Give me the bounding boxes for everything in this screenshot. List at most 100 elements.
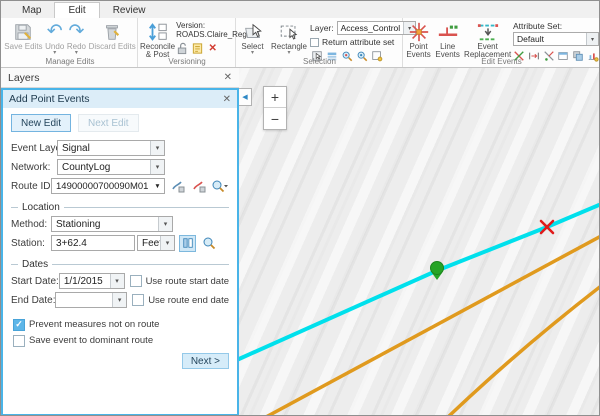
map-view[interactable]: ◀ + − (239, 68, 599, 416)
add-point-events-header: Add Point Events ✕ (3, 90, 237, 108)
event-layer-select[interactable]: Signal ▾ (57, 140, 165, 156)
pane-title: Add Point Events (9, 93, 223, 105)
delete-version-icon[interactable]: ✕ (206, 42, 219, 55)
group-label-selection: Selection (237, 57, 402, 67)
redo-button[interactable]: ↷ Redo ▾ (66, 20, 87, 56)
choose-route-icon[interactable] (169, 178, 186, 195)
attribute-set-select[interactable]: Default ▾ (513, 32, 599, 46)
dates-section-separator: Dates (11, 258, 229, 270)
map-zoom-control: + − (263, 86, 287, 130)
select-button[interactable]: Select ▾ (237, 20, 268, 56)
group-label-manage-edits: Manage Edits (3, 57, 137, 67)
layers-pane-header: Layers ✕ (1, 68, 239, 88)
ribbon: Save Edits ↶ Undo ▾ ↷ Redo ▾ Discard Edi… (1, 18, 599, 68)
reconcile-icon (147, 21, 169, 43)
prevent-measures-checkbox[interactable]: ✓ (13, 319, 25, 331)
unlock-version-icon[interactable] (176, 42, 189, 55)
save-dominant-route-label: Save event to dominant route (29, 335, 153, 346)
rectangle-select-icon (278, 21, 300, 43)
layers-close-icon[interactable]: ✕ (224, 72, 232, 83)
zoom-in-button[interactable]: + (264, 87, 286, 108)
use-route-end-date-label: Use route end date (148, 295, 229, 306)
location-section-separator: Location (11, 201, 229, 213)
group-selection: Select ▾ Rectangle ▾ Layer: Access_Contr… (237, 18, 403, 67)
save-icon (13, 21, 33, 43)
new-edit-button[interactable]: New Edit (11, 114, 71, 132)
prevent-measures-label: Prevent measures not on route (29, 319, 159, 330)
reconcile-post-button[interactable]: Reconcile& Post (139, 20, 176, 60)
use-route-start-date-label: Use route start date (146, 276, 229, 287)
tab-map[interactable]: Map (9, 3, 54, 18)
point-events-icon (408, 21, 430, 43)
route-id-combo-arrow-icon: ▼ (151, 183, 164, 190)
next-button[interactable]: Next > (182, 353, 229, 369)
route-id-combo[interactable]: 14900000700090M01 ▼ (51, 178, 165, 194)
undo-button[interactable]: ↶ Undo ▾ (44, 20, 65, 56)
collapse-pane-button[interactable]: ◀ (239, 88, 252, 106)
line-events-icon (437, 21, 459, 43)
event-layer-arrow-icon: ▾ (150, 141, 164, 155)
redo-icon: ↷ (68, 21, 84, 43)
redo-dropdown-caret[interactable]: ▾ (75, 51, 78, 56)
return-attribute-set-checkbox[interactable] (310, 38, 319, 47)
layer-label: Layer: (310, 23, 334, 33)
point-events-button[interactable]: Point Events (404, 20, 433, 60)
save-dominant-route-checkbox[interactable]: ✓ (13, 335, 25, 347)
left-pane-column: Layers ✕ Add Point Events ✕ New Edit Nex… (1, 68, 239, 416)
zoom-to-route-icon[interactable] (211, 178, 228, 195)
method-label: Method: (11, 219, 51, 230)
add-point-events-body: New Edit Next Edit Event Layer: Signal ▾… (3, 108, 237, 414)
group-versioning: Reconcile& Post Version: ROADS.Claire_Re… (139, 18, 236, 67)
network-select[interactable]: CountyLog ▾ (57, 159, 165, 175)
save-edits-button[interactable]: Save Edits (3, 20, 43, 51)
next-edit-button: Next Edit (78, 114, 139, 132)
station-label: Station: (11, 238, 51, 249)
collapse-left-icon: ◀ (242, 93, 247, 101)
version-value: ROADS.Claire_Reg (176, 30, 235, 39)
end-date-select[interactable]: ▾ (55, 292, 127, 308)
attribute-set-arrow-icon: ▾ (586, 33, 598, 45)
use-route-start-date-checkbox[interactable]: ✓ (130, 275, 142, 287)
zoom-to-location-icon[interactable] (200, 235, 217, 252)
map-graphics (239, 68, 599, 416)
station-units-select[interactable]: Feet ▾ (137, 235, 175, 251)
pick-location-icon[interactable] (179, 235, 196, 252)
network-arrow-icon: ▾ (150, 160, 164, 174)
select-tool-icon (242, 21, 264, 43)
ribbon-tab-bar: Map Edit Review (1, 1, 599, 18)
event-layer-label: Event Layer: (11, 143, 57, 154)
layers-pane-title: Layers (8, 72, 224, 84)
tab-review[interactable]: Review (100, 3, 159, 18)
version-label: Version: (176, 21, 235, 30)
discard-edits-button[interactable]: Discard Edits (88, 20, 137, 51)
use-route-end-date-checkbox[interactable]: ✓ (132, 294, 144, 306)
station-input[interactable] (51, 235, 135, 251)
highlight-route-icon[interactable] (190, 178, 207, 195)
group-manage-edits: Save Edits ↶ Undo ▾ ↷ Redo ▾ Discard Edi… (3, 18, 138, 67)
start-date-label: Start Date: (11, 276, 59, 287)
method-arrow-icon: ▾ (158, 217, 172, 231)
group-label-edit-events: Edit Events (404, 57, 599, 67)
attribute-set-label: Attribute Set: (513, 21, 599, 31)
method-select[interactable]: Stationing ▾ (51, 216, 173, 232)
dates-section-title: Dates (22, 259, 48, 270)
rectangle-button[interactable]: Rectangle ▾ (268, 20, 310, 56)
end-date-arrow-icon: ▾ (112, 293, 126, 307)
undo-dropdown-caret[interactable]: ▾ (53, 51, 56, 56)
route-id-label: Route ID: (11, 181, 51, 192)
line-events-button[interactable]: Line Events (433, 20, 462, 60)
tab-edit[interactable]: Edit (54, 2, 99, 18)
zoom-out-button[interactable]: − (264, 108, 286, 129)
select-dropdown-caret[interactable]: ▾ (251, 51, 254, 56)
return-attribute-set-label: Return attribute set (322, 37, 394, 47)
trash-icon (102, 21, 122, 43)
new-version-icon[interactable] (191, 42, 204, 55)
undo-icon: ↶ (47, 21, 63, 43)
location-section-title: Location (22, 202, 60, 213)
start-date-arrow-icon: ▾ (110, 274, 124, 288)
start-date-select[interactable]: 1/1/2015 ▾ (59, 273, 125, 289)
group-label-versioning: Versioning (139, 57, 235, 67)
pane-close-icon[interactable]: ✕ (223, 94, 231, 105)
rectangle-dropdown-caret[interactable]: ▾ (287, 51, 290, 56)
event-replacement-button[interactable]: Event Replacement (462, 20, 513, 60)
